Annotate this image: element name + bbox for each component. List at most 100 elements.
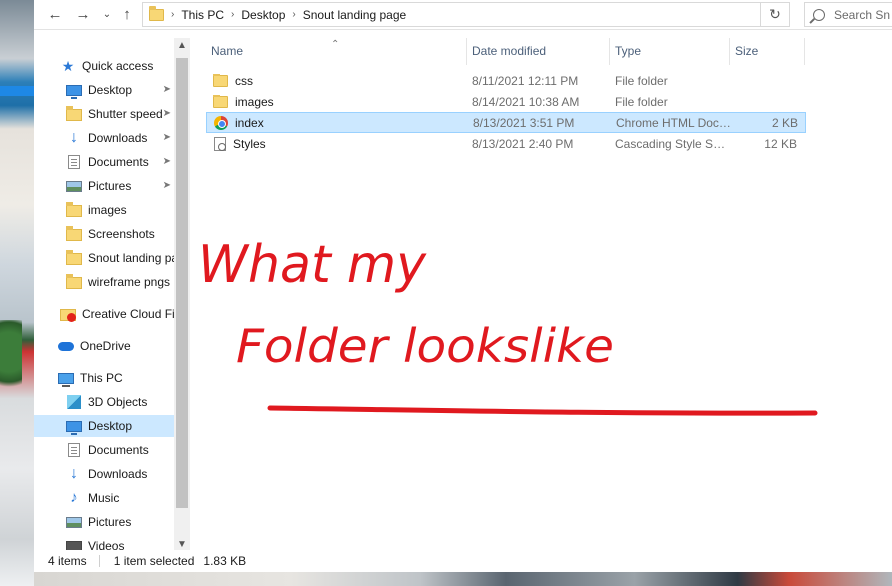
file-date: 8/14/2021 10:38 AM <box>472 94 580 109</box>
this-pc-icon <box>58 373 74 387</box>
sidebar-item-label: Music <box>88 491 120 505</box>
pin-icon: ➤ <box>162 108 171 119</box>
folder-icon <box>66 250 82 265</box>
scroll-down-icon[interactable]: ▼ <box>174 539 190 550</box>
breadcrumb-separator-icon[interactable]: › <box>292 9 295 20</box>
sidebar-item-pictures-pinned[interactable]: Pictures ➤ <box>34 175 174 197</box>
sidebar-item-this-pc[interactable]: This PC <box>34 367 174 389</box>
sidebar-item-desktop-pinned[interactable]: Desktop ➤ <box>34 79 174 101</box>
column-header-size[interactable]: Size <box>730 38 805 65</box>
sidebar-item-quick-access[interactable]: ★ Quick access <box>34 55 174 77</box>
sidebar-item-label: Screenshots <box>88 227 155 241</box>
pin-icon: ➤ <box>162 84 171 95</box>
pin-icon: ➤ <box>162 132 171 143</box>
breadcrumb-this-pc[interactable]: This PC <box>181 3 224 26</box>
column-header-label: Size <box>735 44 759 58</box>
search-icon <box>813 8 825 21</box>
sidebar-item-documents[interactable]: Documents <box>34 439 174 461</box>
sidebar-item-downloads[interactable]: ↓ Downloads <box>34 463 174 485</box>
pin-icon: ➤ <box>162 180 171 191</box>
folder-icon <box>66 202 82 217</box>
sidebar-item-music[interactable]: ♪ Music <box>34 487 174 509</box>
scroll-up-icon[interactable]: ▲ <box>174 40 190 51</box>
folder-icon <box>66 274 82 289</box>
up-arrow-icon[interactable]: ↑ <box>118 6 136 24</box>
music-icon: ♪ <box>70 489 78 506</box>
file-name: Styles <box>233 136 266 151</box>
search-input[interactable]: Search Sn <box>834 8 890 22</box>
status-divider <box>98 555 100 567</box>
file-name: index <box>235 115 264 130</box>
document-icon <box>68 443 80 457</box>
file-name: images <box>235 94 274 109</box>
file-name: css <box>235 73 253 88</box>
sidebar-item-label: wireframe pngs <box>88 275 171 289</box>
forward-arrow-icon[interactable]: → <box>74 6 92 24</box>
sidebar-item-wireframe-pngs[interactable]: wireframe pngs <box>34 271 174 293</box>
refresh-button[interactable]: ↻ <box>760 2 790 27</box>
column-header-date[interactable]: Date modified <box>467 38 610 65</box>
breadcrumb-separator-icon[interactable]: › <box>171 9 174 20</box>
breadcrumb-desktop[interactable]: Desktop <box>241 3 285 26</box>
sidebar-item-documents-pinned[interactable]: Documents ➤ <box>34 151 174 173</box>
sidebar-item-screenshots[interactable]: Screenshots <box>34 223 174 245</box>
recent-locations-chevron-icon[interactable]: ⌄ <box>98 6 116 24</box>
desktop-blue-strip <box>0 86 34 96</box>
sidebar-item-pictures[interactable]: Pictures <box>34 511 174 533</box>
sidebar-item-label: Shutter speed <box>88 107 163 121</box>
sort-ascending-icon: ⌃ <box>331 39 340 50</box>
sidebar-item-onedrive[interactable]: OneDrive <box>34 335 174 357</box>
sidebar-item-images[interactable]: images <box>34 199 174 221</box>
column-header-name[interactable]: ⌃ Name <box>206 38 467 65</box>
sidebar-item-label: Quick access <box>82 59 154 73</box>
sidebar-item-3d-objects[interactable]: 3D Objects <box>34 391 174 413</box>
sidebar-item-shutter-speed[interactable]: Shutter speed ➤ <box>34 103 174 125</box>
sidebar-item-label: Pictures <box>88 515 132 529</box>
sidebar-item-label: Documents <box>88 443 149 457</box>
file-row-styles[interactable]: Styles 8/13/2021 2:40 PM Cascading Style… <box>206 133 806 154</box>
file-list: ⌃ Name Date modified Type Size css 8/11/… <box>190 38 892 550</box>
folder-icon <box>213 94 228 108</box>
sidebar-item-label: Snout landing page <box>88 251 174 265</box>
desktop-plant <box>0 320 22 400</box>
file-row-images[interactable]: images 8/14/2021 10:38 AM File folder <box>206 91 806 112</box>
sidebar-item-snout-landing-page[interactable]: Snout landing page <box>34 247 174 269</box>
file-type: Cascading Style Sheet Document <box>615 136 730 151</box>
search-box[interactable]: Search Sn <box>804 2 892 27</box>
file-size: 12 KB <box>764 136 797 151</box>
sidebar-item-desktop[interactable]: Desktop <box>34 415 174 437</box>
pictures-icon <box>66 181 82 192</box>
sidebar-item-videos[interactable]: Videos <box>34 535 174 550</box>
column-headers: ⌃ Name Date modified Type Size <box>206 38 806 65</box>
sidebar-item-label: This PC <box>80 371 123 385</box>
sidebar-item-label: images <box>88 203 127 217</box>
column-header-type[interactable]: Type <box>610 38 730 65</box>
download-icon: ↓ <box>70 465 78 482</box>
address-bar[interactable]: › This PC › Desktop › Snout landing page… <box>142 2 786 27</box>
sidebar-item-label: Videos <box>88 539 125 550</box>
sidebar-item-label: Downloads <box>88 467 148 481</box>
status-selection: 1 item selected <box>113 554 195 568</box>
folder-icon <box>149 5 164 21</box>
file-row-css[interactable]: css 8/11/2021 12:11 PM File folder <box>206 70 806 91</box>
file-size: 2 KB <box>771 115 798 130</box>
file-row-index[interactable]: index 8/13/2021 3:51 PM Chrome HTML Docu… <box>206 112 806 133</box>
breadcrumb-snout-landing-page[interactable]: Snout landing page <box>303 3 406 26</box>
breadcrumb-separator-icon[interactable]: › <box>231 9 234 20</box>
sidebar-item-creative-cloud-files[interactable]: Creative Cloud Files <box>34 303 174 325</box>
file-name-cell: Styles <box>206 136 467 151</box>
document-icon <box>68 155 80 169</box>
scrollbar-thumb[interactable] <box>176 58 188 508</box>
sidebar-item-downloads-pinned[interactable]: ↓ Downloads ➤ <box>34 127 174 149</box>
navigation-scrollbar[interactable]: ▲ ▼ <box>174 38 190 550</box>
sidebar-item-label: 3D Objects <box>88 395 148 409</box>
sidebar-item-label: Documents <box>88 155 149 169</box>
column-header-label: Name <box>211 44 244 58</box>
file-date: 8/13/2021 2:40 PM <box>472 136 574 151</box>
back-arrow-icon[interactable]: ← <box>46 6 64 24</box>
sidebar-item-label: Downloads <box>88 131 148 145</box>
desktop-icon <box>66 421 82 435</box>
file-date: 8/13/2021 3:51 PM <box>473 115 575 130</box>
navigation-pane: ★ Quick access Desktop ➤ Shutter speed ➤… <box>34 38 174 550</box>
status-item-count: 4 items <box>48 554 87 568</box>
